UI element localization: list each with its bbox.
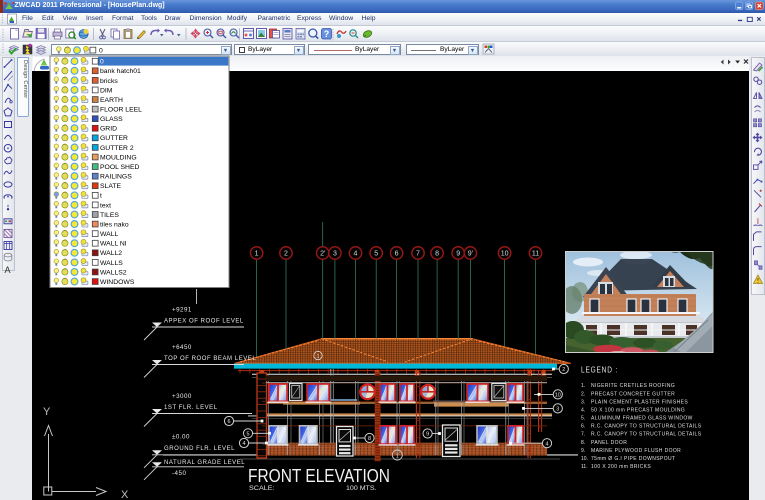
svg-text:RAILINGS: RAILINGS	[100, 174, 132, 181]
svg-text:POOL SHED: POOL SHED	[100, 164, 139, 171]
svg-text:text: text	[100, 202, 111, 209]
svg-text:FLOOR LEEL: FLOOR LEEL	[100, 107, 142, 114]
svg-text:bank hatch01: bank hatch01	[100, 68, 141, 75]
svg-text:t: t	[100, 193, 102, 200]
svg-text:MOULDING: MOULDING	[100, 154, 137, 161]
svg-text:WINDOWS: WINDOWS	[100, 279, 135, 286]
svg-text:GUTTER 2: GUTTER 2	[100, 145, 134, 152]
svg-text:WALL NI: WALL NI	[100, 241, 127, 248]
svg-text:TILES: TILES	[100, 212, 119, 219]
svg-text:0: 0	[100, 59, 104, 66]
svg-text:GUTTER: GUTTER	[100, 135, 128, 142]
svg-text:GLASS: GLASS	[100, 116, 123, 123]
svg-text:EARTH: EARTH	[100, 97, 123, 104]
svg-text:tiles nako: tiles nako	[100, 221, 129, 228]
svg-text:WALLS: WALLS	[100, 260, 123, 267]
svg-text:GRID: GRID	[100, 126, 117, 133]
svg-text:WALL2: WALL2	[100, 250, 122, 257]
svg-text:WALLS2: WALLS2	[100, 269, 127, 276]
svg-text:SLATE: SLATE	[100, 183, 121, 190]
svg-text:WALL: WALL	[100, 231, 118, 238]
svg-text:DIM: DIM	[100, 87, 113, 94]
svg-text:bricks: bricks	[100, 78, 118, 85]
